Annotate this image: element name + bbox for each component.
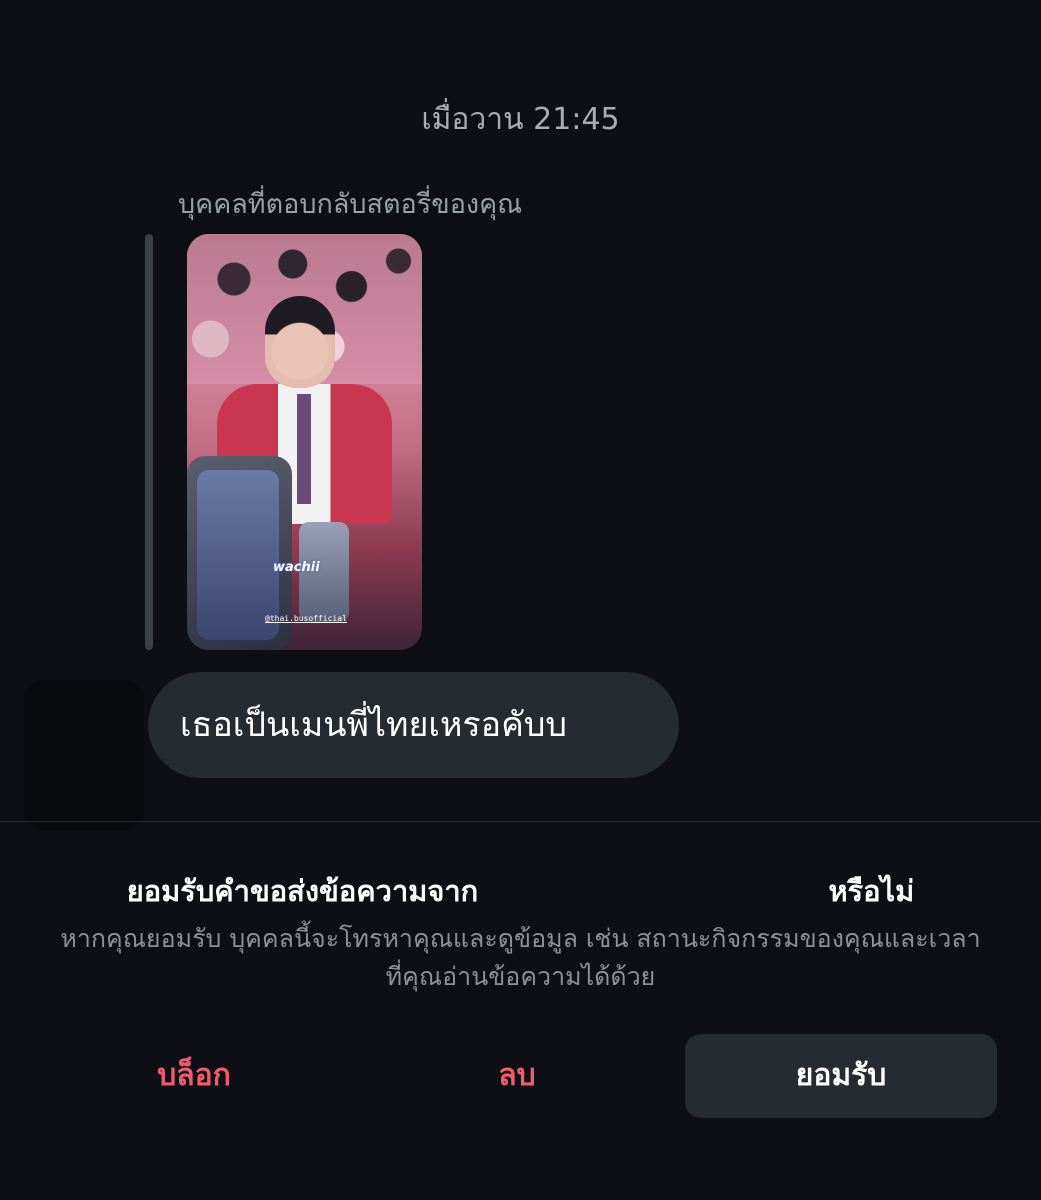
story-person-head	[265, 296, 335, 388]
section-divider	[0, 821, 1041, 822]
reply-indicator-bar	[145, 234, 153, 650]
message-text: เธอเป็นเมนพี่ไทยเหรอคับบ	[180, 705, 567, 745]
message-timestamp: เมื่อวาน 21:45	[421, 102, 620, 137]
accept-button[interactable]: ยอมรับ	[685, 1034, 997, 1118]
request-title-suffix: หรือไม่	[828, 874, 915, 908]
message-request-title: ยอมรับคำขอส่งข้อความจาก หรือไม่	[0, 868, 1041, 914]
message-request-description: หากคุณยอมรับ บุคคลนี้จะโทรหาคุณและดูข้อม…	[60, 924, 981, 991]
story-thumbnail[interactable]: wachii @thai.busofficial	[187, 234, 422, 650]
story-credit-text: @thai.busofficial	[265, 614, 347, 623]
story-sticker-text: wachii	[273, 560, 320, 575]
story-reply-label: บุคคลที่ตอบกลับสตอรี่ของคุณ	[178, 189, 523, 220]
story-person-tie	[297, 394, 311, 504]
sender-avatar[interactable]	[24, 680, 144, 830]
block-button[interactable]: บล็อก	[62, 1034, 326, 1118]
delete-button[interactable]: ลบ	[385, 1034, 649, 1118]
request-title-prefix: ยอมรับคำขอส่งข้อความจาก	[126, 874, 479, 908]
sender-name-redacted	[488, 876, 819, 910]
message-bubble[interactable]: เธอเป็นเมนพี่ไทยเหรอคับบ	[148, 672, 679, 778]
